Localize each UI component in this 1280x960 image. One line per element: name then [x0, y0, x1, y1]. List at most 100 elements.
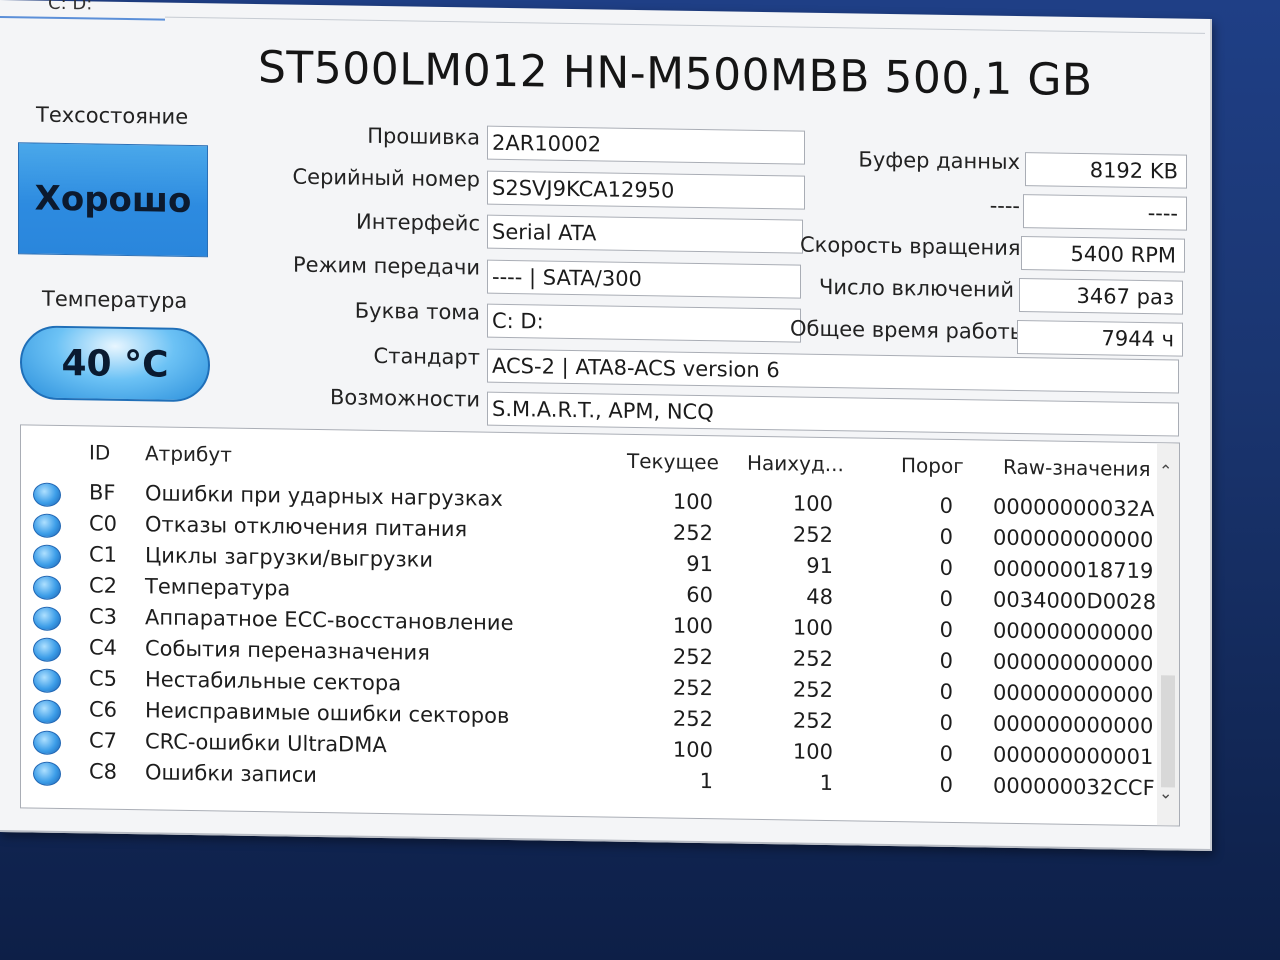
cell-current: 252: [672, 706, 713, 732]
cell-id: C5: [89, 666, 118, 691]
chevron-up-icon[interactable]: ⌃: [1159, 461, 1172, 480]
column-header-threshold[interactable]: Порог: [901, 453, 964, 478]
status-dot-icon: [33, 637, 61, 662]
cell-worst: 252: [792, 677, 833, 703]
transfer-mode-field: ---- | SATA/300: [487, 259, 801, 299]
cell-worst: 1: [819, 770, 833, 796]
cell-attr: Циклы загрузки/выгрузки: [145, 543, 433, 572]
volume-field: C: D:: [487, 303, 801, 343]
cell-threshold: 0: [939, 648, 953, 673]
cell-attr: Ошибки при ударных нагрузках: [145, 481, 503, 511]
column-header-current[interactable]: Текущее: [627, 449, 719, 474]
cell-threshold: 0: [939, 617, 953, 642]
cell-current: 252: [672, 644, 713, 670]
cell-id: C6: [89, 697, 118, 722]
smart-table[interactable]: ID Атрибут Текущее Наихуд... Порог Raw-з…: [20, 424, 1180, 827]
cell-id: C0: [89, 511, 118, 536]
features-field: S.M.A.R.T., APM, NCQ: [487, 391, 1179, 437]
cell-id: C8: [89, 759, 118, 784]
cell-current: 1: [699, 768, 713, 794]
cell-current: 252: [672, 520, 713, 546]
firmware-field: 2AR10002: [487, 125, 805, 165]
cell-worst: 91: [806, 553, 833, 579]
column-header-raw[interactable]: Raw-значения: [1003, 455, 1150, 481]
cell-threshold: 0: [939, 710, 953, 735]
buffer-label: Буфер данных: [858, 147, 1020, 175]
cell-attr: Аппаратное ECC-восстановление: [145, 605, 514, 636]
cell-worst: 48: [806, 584, 833, 610]
power-hours-field: 7944 ч: [1017, 319, 1183, 357]
cell-threshold: 0: [939, 493, 953, 518]
cell-threshold: 0: [939, 586, 953, 611]
cell-id: C7: [89, 728, 118, 753]
cell-attr: События переназначения: [145, 636, 430, 665]
serial-field: S2SVJ9KCA12950: [487, 170, 805, 210]
divider: [165, 16, 1205, 34]
health-label: Техсостояние: [36, 102, 189, 129]
power-count-field: 3467 раз: [1019, 278, 1183, 315]
column-header-id[interactable]: ID: [89, 440, 110, 464]
status-dot-icon: [33, 575, 61, 600]
cell-attr: Отказы отключения питания: [145, 512, 468, 542]
power-hours-label: Общее время работы: [790, 316, 1027, 345]
cell-attr: Нестабильные сектора: [145, 667, 402, 696]
transfer-mode-label: Режим передачи: [292, 252, 480, 280]
column-header-worst[interactable]: Наихуд...: [747, 451, 844, 477]
blank-field: ----: [1023, 194, 1187, 231]
status-dot-icon: [33, 761, 61, 786]
cell-attr: CRC-ошибки UltraDMA: [145, 729, 387, 758]
status-dot-icon: [33, 544, 61, 569]
cell-raw: 000000000000: [993, 525, 1154, 553]
cell-current: 100: [672, 737, 713, 763]
scrollbar-thumb[interactable]: [1161, 675, 1175, 788]
cell-worst: 252: [792, 708, 833, 734]
cell-raw: 00000000032A: [993, 494, 1155, 522]
status-dot-icon: [33, 482, 61, 507]
rpm-label: Скорость вращения: [800, 232, 1021, 261]
cell-attr: Ошибки записи: [145, 760, 317, 787]
rpm-field: 5400 RPM: [1021, 236, 1185, 273]
temperature-label: Температура: [42, 286, 188, 313]
cell-attr: Неисправимые ошибки секторов: [145, 698, 510, 729]
table-scrollbar[interactable]: ⌃ ⌄: [1157, 443, 1179, 826]
status-dot-icon: [33, 730, 61, 755]
serial-label: Серийный номер: [292, 164, 480, 192]
cell-threshold: 0: [939, 524, 953, 549]
health-status-button[interactable]: Хорошо: [18, 142, 208, 258]
cell-id: C4: [89, 635, 118, 660]
status-dot-icon: [33, 606, 61, 631]
cell-raw: 000000000000: [993, 680, 1154, 708]
crystaldiskinfo-window: C: D: ST500LM012 HN-M500MBB 500,1 GB Тех…: [0, 0, 1212, 852]
cell-current: 91: [686, 551, 713, 577]
cell-current: 60: [686, 582, 713, 608]
cell-worst: 252: [792, 522, 833, 548]
cell-threshold: 0: [939, 679, 953, 704]
cell-worst: 100: [792, 491, 833, 517]
cell-raw: 000000000000: [993, 618, 1154, 646]
cell-worst: 100: [792, 739, 833, 765]
cell-current: 100: [672, 613, 713, 639]
cell-threshold: 0: [939, 772, 953, 797]
cell-id: C1: [89, 542, 118, 567]
buffer-field: 8192 KB: [1025, 152, 1187, 189]
interface-label: Интерфейс: [356, 209, 480, 236]
cell-threshold: 0: [939, 741, 953, 766]
status-dot-icon: [33, 699, 61, 724]
cell-raw: 000000032CCF: [993, 773, 1155, 801]
cell-raw: 000000000000: [993, 711, 1154, 739]
cell-id: C3: [89, 604, 118, 629]
cell-raw: 000000018719: [993, 556, 1154, 584]
cell-worst: 100: [792, 615, 833, 641]
interface-field: Serial ATA: [487, 214, 803, 254]
cell-raw: 0034000D0028: [993, 587, 1157, 615]
cell-attr: Температура: [145, 574, 291, 601]
features-label: Возможности: [329, 385, 480, 412]
volume-label: Буква тома: [354, 298, 480, 325]
temperature-button[interactable]: 40 °C: [20, 325, 210, 403]
drive-tab[interactable]: C: D:: [0, 0, 165, 21]
chevron-down-icon[interactable]: ⌄: [1159, 783, 1172, 802]
power-count-label: Число включений: [818, 274, 1014, 302]
firmware-label: Прошивка: [367, 123, 480, 150]
standard-label: Стандарт: [373, 343, 480, 370]
column-header-attribute[interactable]: Атрибут: [145, 441, 232, 466]
